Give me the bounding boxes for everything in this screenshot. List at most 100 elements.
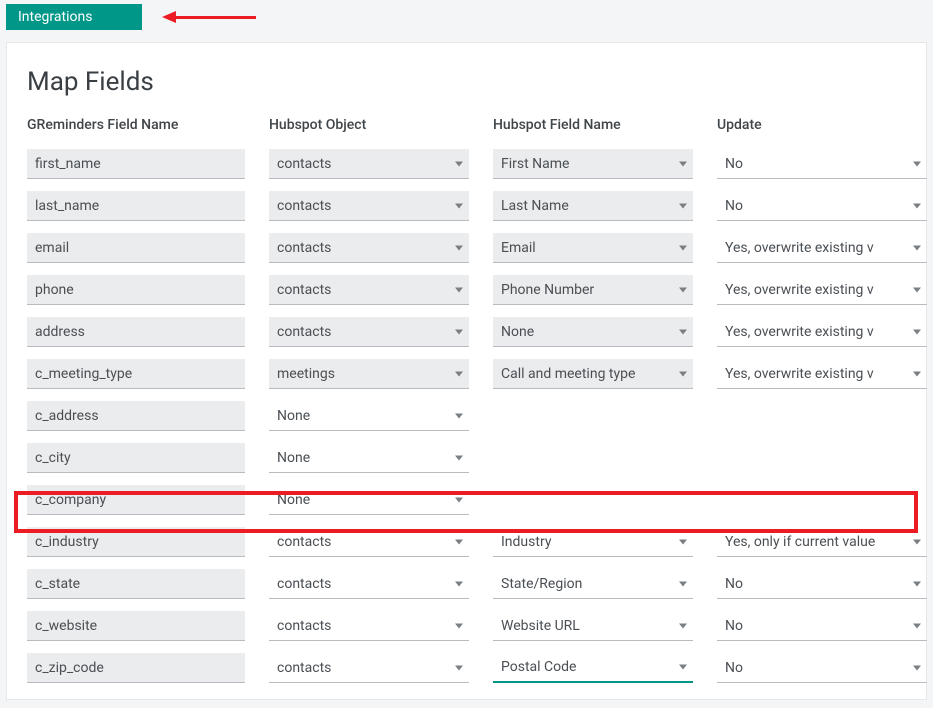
chevron-down-icon bbox=[679, 623, 687, 628]
select-value: contacts bbox=[277, 534, 331, 550]
field-name-input[interactable]: c_zip_code bbox=[27, 653, 245, 683]
tab-integrations[interactable]: Integrations bbox=[6, 4, 142, 30]
tab-bar: Integrations bbox=[0, 0, 933, 30]
chevron-down-icon bbox=[913, 245, 921, 250]
field-name-input[interactable]: c_meeting_type bbox=[27, 359, 245, 389]
field-name-input[interactable]: address bbox=[27, 317, 245, 347]
chevron-down-icon bbox=[913, 371, 921, 376]
hubspot-object-select[interactable]: None bbox=[269, 485, 469, 515]
select-value: Industry bbox=[501, 534, 551, 550]
hubspot-object-select[interactable]: contacts bbox=[269, 275, 469, 305]
update-select[interactable]: No bbox=[717, 653, 927, 683]
field-name-input[interactable]: first_name bbox=[27, 149, 245, 179]
hubspot-field-select[interactable]: First Name bbox=[493, 149, 693, 179]
field-name-input[interactable]: phone bbox=[27, 275, 245, 305]
chevron-down-icon bbox=[455, 287, 463, 292]
hubspot-field-select[interactable]: Email bbox=[493, 233, 693, 263]
field-name-input[interactable]: c_state bbox=[27, 569, 245, 599]
field-name-input[interactable]: c_address bbox=[27, 401, 245, 431]
col-header-hsfield: Hubspot Field Name bbox=[493, 117, 693, 137]
update-select[interactable]: Yes, only if current value bbox=[717, 527, 927, 557]
chevron-down-icon bbox=[455, 329, 463, 334]
select-value: None bbox=[501, 324, 534, 340]
field-name-input[interactable]: email bbox=[27, 233, 245, 263]
chevron-down-icon bbox=[455, 665, 463, 670]
select-value: First Name bbox=[501, 156, 569, 172]
field-name-input[interactable]: c_company bbox=[27, 485, 245, 515]
update-select[interactable]: Yes, overwrite existing v bbox=[717, 233, 927, 263]
hubspot-object-select[interactable]: contacts bbox=[269, 611, 469, 641]
chevron-down-icon bbox=[679, 161, 687, 166]
hubspot-object-select[interactable]: contacts bbox=[269, 191, 469, 221]
arrow-line bbox=[176, 16, 256, 19]
update-select[interactable]: No bbox=[717, 569, 927, 599]
col-header-field: GReminders Field Name bbox=[27, 117, 245, 137]
hubspot-field-select[interactable]: Call and meeting type bbox=[493, 359, 693, 389]
chevron-down-icon bbox=[913, 203, 921, 208]
hubspot-field-select[interactable]: None bbox=[493, 317, 693, 347]
select-value: None bbox=[277, 450, 310, 466]
field-name-input[interactable]: last_name bbox=[27, 191, 245, 221]
chevron-down-icon bbox=[913, 539, 921, 544]
select-value: Yes, overwrite existing v bbox=[725, 324, 874, 340]
chevron-down-icon bbox=[679, 581, 687, 586]
hubspot-object-select[interactable]: contacts bbox=[269, 149, 469, 179]
field-name-input[interactable]: c_website bbox=[27, 611, 245, 641]
col-header-object: Hubspot Object bbox=[269, 117, 469, 137]
select-value: No bbox=[725, 198, 743, 214]
chevron-down-icon bbox=[455, 413, 463, 418]
select-value: Yes, overwrite existing v bbox=[725, 282, 874, 298]
select-value: State/Region bbox=[501, 576, 582, 592]
update-select[interactable]: Yes, overwrite existing v bbox=[717, 275, 927, 305]
select-value: Website URL bbox=[501, 618, 580, 634]
hubspot-object-select[interactable]: None bbox=[269, 401, 469, 431]
update-select[interactable]: Yes, overwrite existing v bbox=[717, 317, 927, 347]
select-value: contacts bbox=[277, 618, 331, 634]
chevron-down-icon bbox=[455, 623, 463, 628]
hubspot-field-select[interactable]: Website URL bbox=[493, 611, 693, 641]
chevron-down-icon bbox=[455, 581, 463, 586]
chevron-down-icon bbox=[913, 329, 921, 334]
chevron-down-icon bbox=[913, 623, 921, 628]
select-value: Email bbox=[501, 240, 536, 256]
chevron-down-icon bbox=[455, 497, 463, 502]
field-mapping-grid: GReminders Field Name Hubspot Object Hub… bbox=[27, 117, 906, 683]
chevron-down-icon bbox=[913, 287, 921, 292]
chevron-down-icon bbox=[679, 287, 687, 292]
annotation-arrow bbox=[162, 11, 256, 23]
hubspot-field-select[interactable]: Postal Code bbox=[493, 653, 693, 683]
chevron-down-icon bbox=[913, 665, 921, 670]
select-value: contacts bbox=[277, 660, 331, 676]
hubspot-object-select[interactable]: contacts bbox=[269, 527, 469, 557]
select-value: Postal Code bbox=[501, 659, 576, 675]
tab-label: Integrations bbox=[18, 9, 92, 25]
chevron-down-icon bbox=[455, 245, 463, 250]
hubspot-field-select[interactable]: State/Region bbox=[493, 569, 693, 599]
select-value: contacts bbox=[277, 576, 331, 592]
hubspot-object-select[interactable]: contacts bbox=[269, 569, 469, 599]
chevron-down-icon bbox=[679, 203, 687, 208]
hubspot-object-select[interactable]: contacts bbox=[269, 653, 469, 683]
chevron-down-icon bbox=[679, 245, 687, 250]
hubspot-field-select[interactable]: Phone Number bbox=[493, 275, 693, 305]
select-value: No bbox=[725, 156, 743, 172]
update-select[interactable]: Yes, overwrite existing v bbox=[717, 359, 927, 389]
hubspot-field-select[interactable]: Industry bbox=[493, 527, 693, 557]
field-name-input[interactable]: c_city bbox=[27, 443, 245, 473]
hubspot-object-select[interactable]: contacts bbox=[269, 233, 469, 263]
chevron-down-icon bbox=[455, 539, 463, 544]
select-value: contacts bbox=[277, 240, 331, 256]
select-value: Call and meeting type bbox=[501, 366, 635, 382]
update-select[interactable]: No bbox=[717, 149, 927, 179]
field-name-input[interactable]: c_industry bbox=[27, 527, 245, 557]
update-select[interactable]: No bbox=[717, 611, 927, 641]
select-value: contacts bbox=[277, 324, 331, 340]
hubspot-object-select[interactable]: contacts bbox=[269, 317, 469, 347]
select-value: meetings bbox=[277, 366, 335, 382]
hubspot-field-select[interactable]: Last Name bbox=[493, 191, 693, 221]
update-select[interactable]: No bbox=[717, 191, 927, 221]
chevron-down-icon bbox=[455, 455, 463, 460]
chevron-down-icon bbox=[455, 203, 463, 208]
hubspot-object-select[interactable]: meetings bbox=[269, 359, 469, 389]
hubspot-object-select[interactable]: None bbox=[269, 443, 469, 473]
